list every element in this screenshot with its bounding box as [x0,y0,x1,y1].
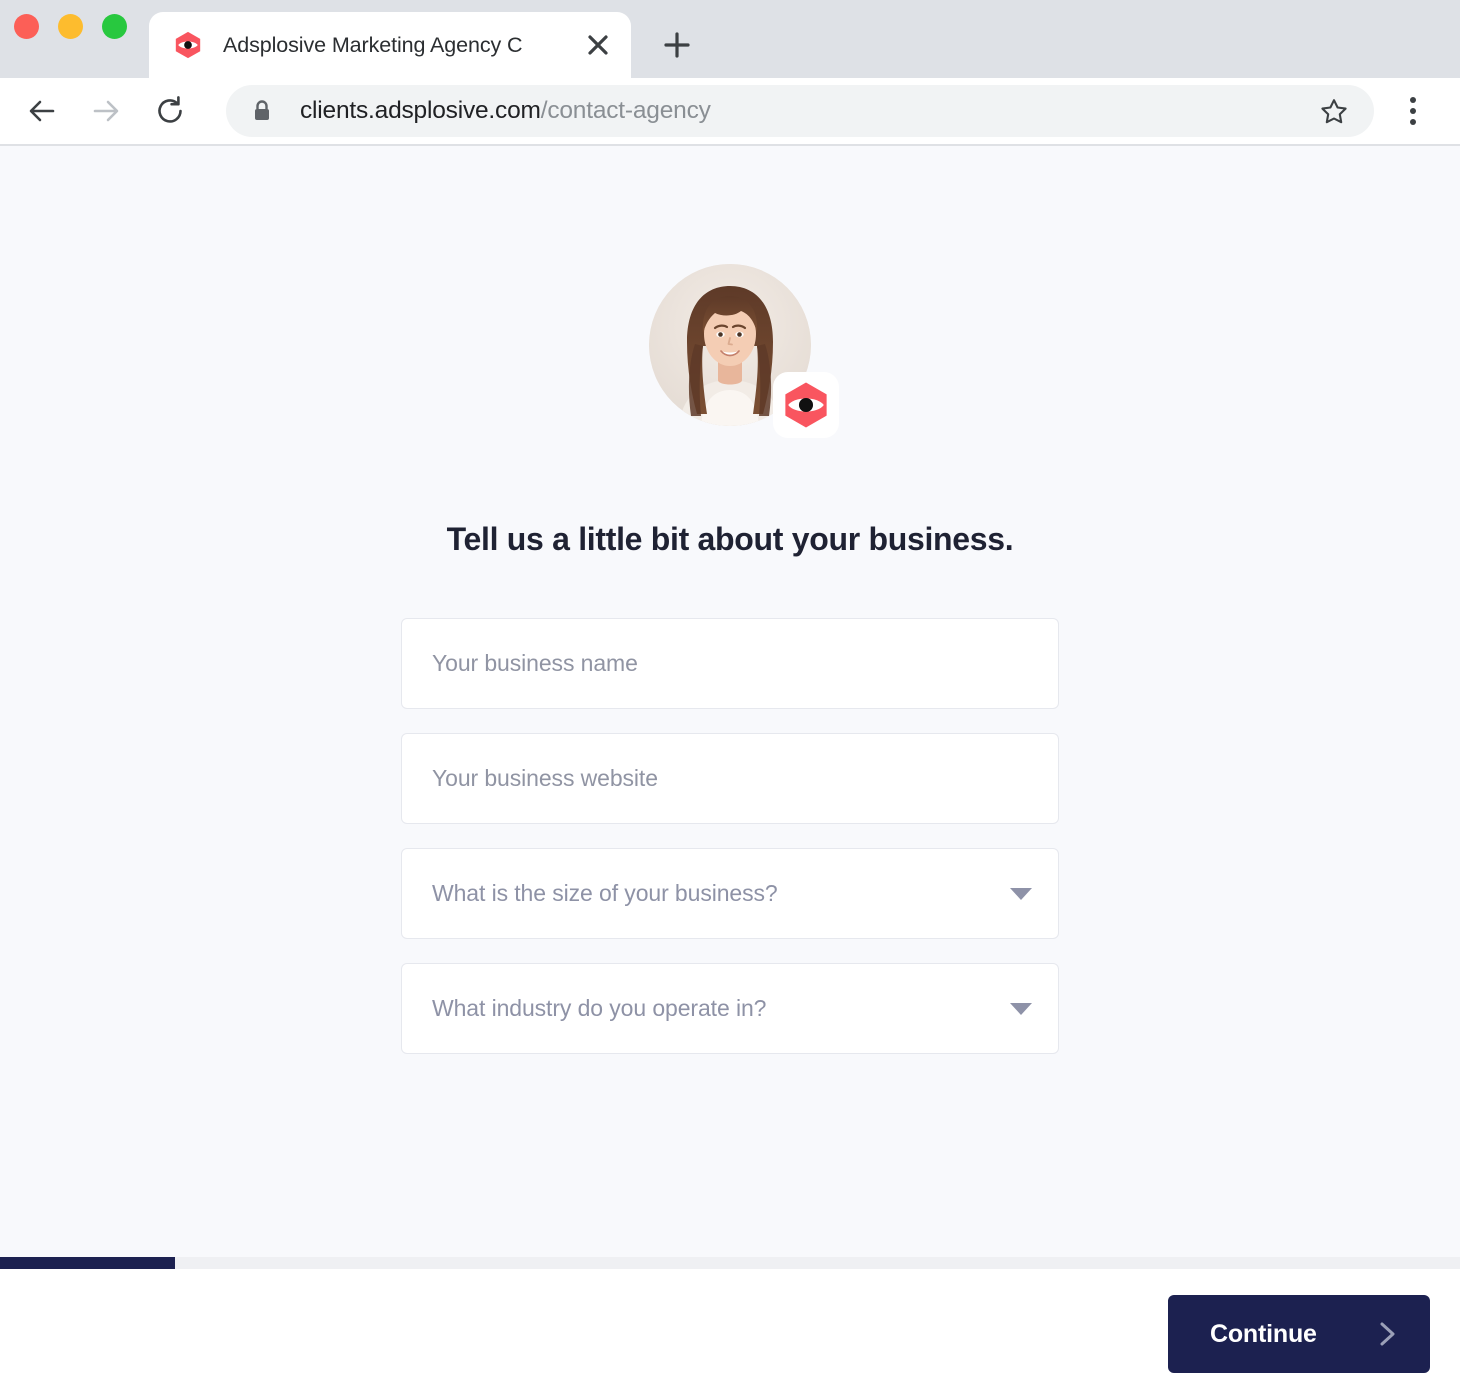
progress-bar [0,1257,1460,1269]
chevron-down-icon [1010,888,1032,900]
business-info-form: Your business name Your business website… [401,618,1059,1054]
progress-bar-fill [0,1257,175,1269]
business-industry-select[interactable]: What industry do you operate in? [401,963,1059,1054]
business-name-placeholder: Your business name [432,650,638,677]
url-path: /contact-agency [541,97,711,124]
chevron-right-icon [1372,1319,1402,1349]
address-bar[interactable]: clients.adsplosive.com/contact-agency [226,85,1374,137]
window-zoom-button[interactable] [102,14,127,39]
url-text: clients.adsplosive.com/contact-agency [300,97,711,125]
arrow-left-icon [25,94,59,128]
page-content: Tell us a little bit about your business… [0,146,1460,1399]
arrow-right-icon [89,94,123,128]
browser-toolbar: clients.adsplosive.com/contact-agency [0,78,1460,146]
forward-button[interactable] [80,85,132,137]
window-close-button[interactable] [14,14,39,39]
business-industry-placeholder: What industry do you operate in? [432,995,766,1022]
avatar-with-badge [649,264,811,426]
back-button[interactable] [16,85,68,137]
continue-button[interactable]: Continue [1168,1295,1430,1373]
bookmark-button[interactable] [1308,85,1360,137]
reload-button[interactable] [144,85,196,137]
page-title: Tell us a little bit about your business… [447,521,1014,558]
browser-menu-button[interactable] [1388,85,1438,137]
chevron-down-icon [1010,1003,1032,1015]
close-icon[interactable] [575,22,621,68]
adsplosive-hexagon-eye-icon [173,30,203,60]
business-size-placeholder: What is the size of your business? [432,880,778,907]
lock-icon [252,99,272,123]
window-minimize-button[interactable] [58,14,83,39]
business-size-select[interactable]: What is the size of your business? [401,848,1059,939]
tab-strip: Adsplosive Marketing Agency C [0,0,1460,78]
new-tab-button[interactable] [649,17,705,73]
adsplosive-logo-badge [773,372,839,438]
browser-window: Adsplosive Marketing Agency C [0,0,1460,1399]
plus-icon [662,30,692,60]
form-footer: Continue [0,1269,1460,1399]
business-website-placeholder: Your business website [432,765,658,792]
window-controls [14,0,149,78]
continue-button-label: Continue [1210,1320,1317,1349]
business-name-input[interactable]: Your business name [401,618,1059,709]
adsplosive-hexagon-eye-badge-icon [781,380,831,430]
browser-tab-active[interactable]: Adsplosive Marketing Agency C [149,12,631,78]
tab-title: Adsplosive Marketing Agency C [223,33,575,58]
star-icon [1320,97,1348,125]
reload-icon [153,94,187,128]
more-vertical-icon [1410,97,1416,125]
business-website-input[interactable]: Your business website [401,733,1059,824]
url-host: clients.adsplosive.com [300,97,541,124]
